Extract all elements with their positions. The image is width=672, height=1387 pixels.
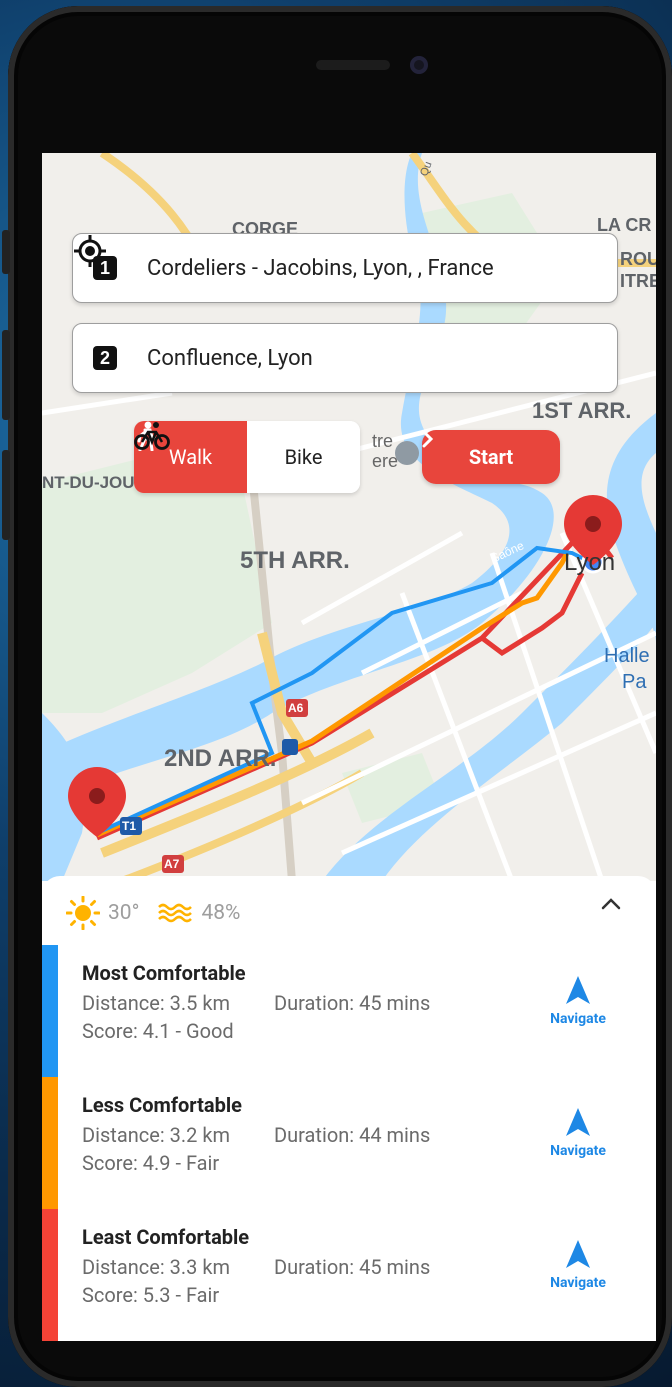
front-camera [410,56,428,74]
navigate-label: Navigate [550,1143,606,1159]
highway-a6-label: A6 [288,701,304,715]
route-duration: Duration: 45 mins [274,1255,431,1279]
destination-index-badge: 2 [93,346,117,370]
route-name: Most Comfortable [82,961,246,985]
map-label-nt-du-jour: NT-DU-JOUR [42,473,147,492]
route-card-less-comfortable[interactable]: Less Comfortable Distance: 3.2 km Durati… [42,1077,656,1209]
side-button [2,230,10,274]
route-distance: Distance: 3.3 km [82,1255,231,1279]
chevron-right-icon [422,430,434,448]
route-score: Score: 4.9 - Fair [82,1151,220,1175]
route-duration: Duration: 45 mins [274,991,431,1015]
route-name: Less Comfortable [82,1093,242,1117]
map-label-5th-arr: 5TH ARR. [240,547,350,574]
bike-label: Bike [284,445,323,469]
map-label-pa: Pa [622,671,647,693]
start-button[interactable]: Start [422,430,560,484]
route-color-bar [42,945,58,1077]
travel-mode-toggle[interactable]: Walk Bike [134,421,360,493]
navigate-label: Navigate [550,1011,606,1027]
route-color-bar [42,1209,58,1341]
destination-input[interactable]: Confluence, Lyon [147,346,617,371]
destination-field[interactable]: 2 Confluence, Lyon [72,323,618,393]
map-label-itre: ITRE [620,271,656,291]
app-screen: CORGE LA CR ROU ITRE 1ST ARR. NT-DU-JOUR… [42,153,656,1341]
navigate-button[interactable]: Navigate [540,975,616,1027]
route-score: Score: 5.3 - Fair [82,1283,220,1307]
route-color-bar [42,1077,58,1209]
map-label-1st-arr: 1ST ARR. [532,398,632,423]
speaker-grille [316,60,390,70]
map-label-ere: ere [372,451,399,471]
map-label-2nd-arr: 2ND ARR. [164,745,277,772]
navigation-arrow-icon [566,976,590,1004]
bike-mode-button[interactable]: Bike [134,421,360,493]
humidity-waves-icon [158,903,193,923]
temperature-value: 30° [108,901,140,925]
navigate-button[interactable]: Navigate [540,1107,616,1159]
navigation-arrow-icon [566,1240,590,1268]
volume-up-button [2,330,10,420]
route-duration: Duration: 44 mins [274,1123,431,1147]
route-distance: Distance: 3.5 km [82,991,231,1015]
routes-panel: 30° 48% Most Comfortable Distance: 3.5 k… [42,876,656,1341]
bike-icon [134,422,170,450]
map-label-lyon: Lyon [564,549,616,576]
map-label-rou: ROU [620,249,656,269]
route-card-least-comfortable[interactable]: Least Comfortable Distance: 3.3 km Durat… [42,1209,656,1341]
route-map[interactable]: CORGE LA CR ROU ITRE 1ST ARR. NT-DU-JOUR… [42,153,656,881]
volume-down-button [2,450,10,540]
weather-bar: 30° 48% [66,896,240,930]
navigate-label: Navigate [550,1275,606,1291]
map-label-halle: Halle [604,645,650,667]
origin-field[interactable]: 1 Cordeliers - Jacobins, Lyon, , France [72,233,618,303]
start-label: Start [468,445,514,469]
highway-a7-label: A7 [164,857,180,871]
tram-t1-label: T1 [122,819,137,833]
collapse-chevron-icon[interactable] [600,896,622,915]
route-distance: Distance: 3.2 km [82,1123,231,1147]
origin-input[interactable]: Cordeliers - Jacobins, Lyon, , France [147,256,561,281]
sun-icon [66,896,100,930]
navigate-button[interactable]: Navigate [540,1239,616,1291]
route-card-most-comfortable[interactable]: Most Comfortable Distance: 3.5 km Durati… [42,945,656,1077]
route-score: Score: 4.1 - Good [82,1019,234,1043]
navigation-arrow-icon [566,1108,590,1136]
humidity-value: 48% [201,901,241,925]
route-name: Least Comfortable [82,1225,250,1249]
walk-label: Walk [168,445,213,469]
map-label-tre: tre [372,431,394,451]
my-location-icon[interactable] [74,235,601,288]
